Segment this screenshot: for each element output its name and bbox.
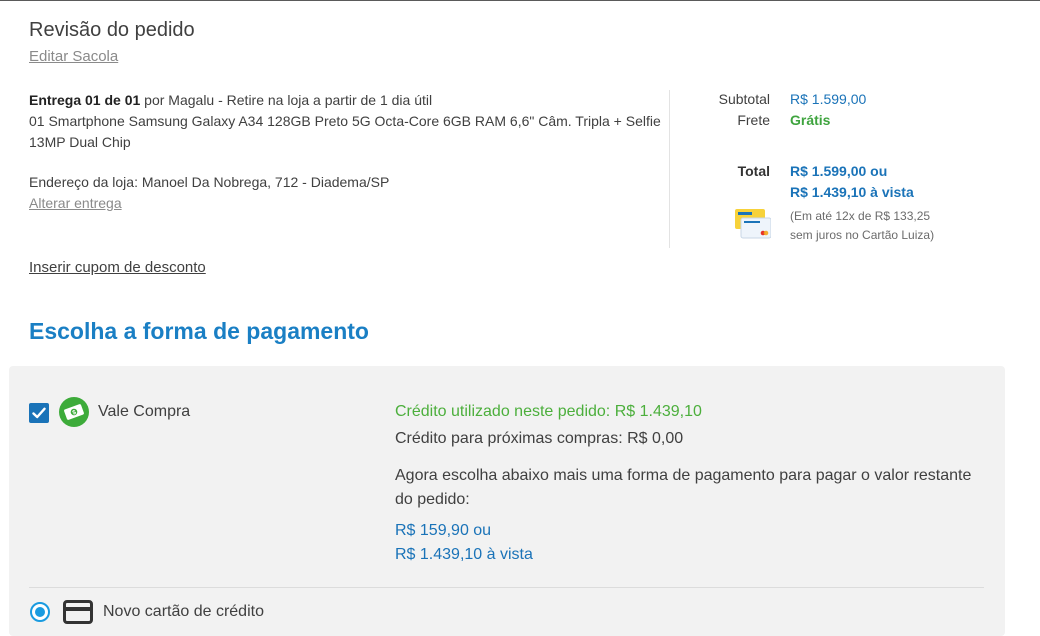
credit-used-text: Crédito utilizado neste pedido: R$ 1.439… (395, 403, 702, 420)
total-label: Total (737, 163, 770, 179)
credit-card-icon (63, 600, 93, 624)
summary-divider (669, 90, 670, 248)
coupon-link[interactable]: Inserir cupom de desconto (29, 259, 206, 276)
total-value-line1: R$ 1.599,00 ou (790, 163, 888, 179)
remaining-price-line1: R$ 159,90 ou (395, 522, 492, 539)
subtotal-value: R$ 1.599,00 (790, 91, 867, 107)
product-name: 01 Smartphone Samsung Galaxy A34 128GB P… (29, 113, 661, 150)
vale-compra-checkbox[interactable] (29, 403, 49, 423)
vale-compra-icon: $ (59, 397, 89, 427)
page-title: Revisão do pedido (29, 19, 195, 41)
check-icon (32, 407, 46, 419)
alter-delivery-link[interactable]: Alterar entrega (29, 195, 122, 211)
payment-title: Escolha a forma de pagamento (29, 318, 369, 344)
new-card-label: Novo cartão de crédito (103, 603, 264, 620)
shipping-label: Frete (737, 112, 770, 128)
radio-selected-dot (35, 607, 45, 617)
store-address: Endereço da loja: Manoel Da Nobrega, 712… (29, 174, 390, 190)
delivery-info: Entrega 01 de 01 por Magalu - Retire na … (29, 90, 669, 153)
option-divider (29, 587, 984, 588)
remaining-price-line2: R$ 1.439,10 à vista (395, 546, 533, 563)
new-card-radio[interactable] (30, 602, 50, 622)
cartao-luiza-icon (735, 209, 771, 239)
total-value-line2: R$ 1.439,10 à vista (790, 184, 914, 200)
subtotal-label: Subtotal (718, 91, 770, 107)
top-border (0, 0, 1040, 1)
installments-line2: sem juros no Cartão Luiza) (790, 228, 935, 242)
edit-bag-link[interactable]: Editar Sacola (29, 48, 118, 65)
vale-compra-label: Vale Compra (98, 403, 191, 420)
credit-next-text: Crédito para próximas compras: R$ 0,00 (395, 430, 684, 447)
installments-line1: (Em até 12x de R$ 133,25 (790, 209, 931, 223)
delivery-label: Entrega 01 de 01 (29, 92, 141, 108)
shipping-value: Grátis (790, 112, 831, 128)
instruction-text: Agora escolha abaixo mais uma forma de p… (395, 467, 972, 508)
delivery-provider: por Magalu - Retire na loja a partir de … (140, 92, 433, 108)
